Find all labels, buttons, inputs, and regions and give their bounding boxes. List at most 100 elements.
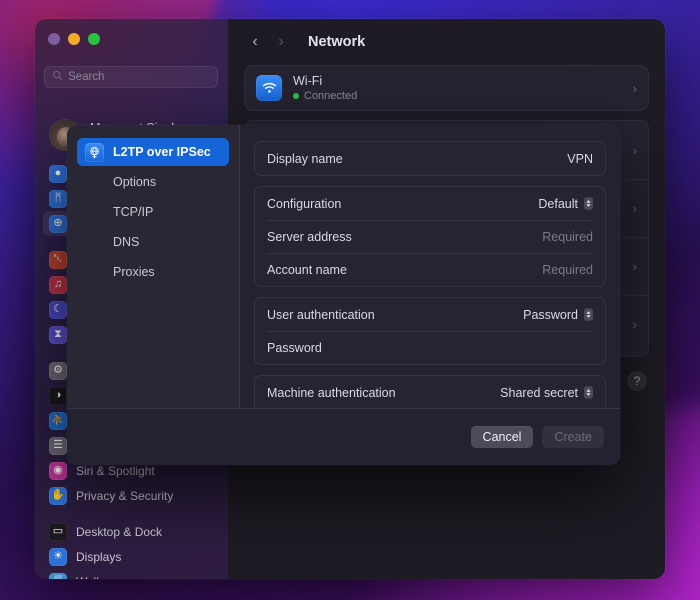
form-row-account-name[interactable]: Account name Required	[255, 253, 605, 286]
form-group: Display name VPN	[254, 141, 606, 176]
field-value-account-name[interactable]: Required	[542, 263, 593, 277]
help-button[interactable]: ?	[627, 371, 647, 391]
back-button[interactable]: ‹	[242, 29, 268, 55]
wallpaper-icon: ▒	[49, 572, 67, 579]
form-label: Account name	[267, 262, 347, 277]
chevron-right-icon: ›	[632, 80, 637, 96]
field-value: Shared secret	[500, 385, 578, 400]
network-service-row-wifi[interactable]: Wi-Fi Connected ›	[245, 66, 648, 110]
form-row-user-authentication[interactable]: User authentication Password	[255, 298, 605, 331]
accessibility-icon: ⛹	[49, 411, 67, 430]
search-placeholder: Search	[68, 71, 105, 83]
popup-button-machine-authentication[interactable]: Shared secret	[500, 386, 593, 400]
form-group: User authentication Password Password	[254, 297, 606, 365]
chevron-updown-icon	[584, 197, 593, 210]
sheet-nav-item-label: Proxies	[113, 265, 155, 279]
sheet-body: L2TP over IPSec Options TCP/IP DNS Proxies D…	[67, 125, 620, 408]
form-row-machine-authentication[interactable]: Machine authentication Shared secret	[255, 376, 605, 408]
sidebar-item-privacy-security[interactable]: ✋ Privacy & Security	[43, 483, 220, 508]
network-services-card: Wi-Fi Connected ›	[244, 65, 649, 111]
wifi-icon	[256, 75, 282, 101]
field-value-display-name[interactable]: VPN	[567, 152, 593, 166]
vpn-globe-icon	[85, 142, 104, 162]
popup-button-configuration[interactable]: Default	[538, 197, 593, 211]
chevron-updown-icon	[584, 386, 593, 399]
sheet-nav-item-label: L2TP over IPSec	[113, 145, 211, 159]
sheet-nav-item-tcp-ip[interactable]: TCP/IP	[77, 198, 229, 226]
form-label: Machine authentication	[267, 385, 396, 400]
privacy-hand-icon: ✋	[49, 486, 67, 505]
sidebar-item-label: Privacy & Security	[76, 488, 174, 503]
appearance-icon: ◑	[49, 386, 67, 405]
cancel-button[interactable]: Cancel	[470, 426, 534, 448]
close-window-button[interactable]	[48, 33, 60, 45]
wifi-icon: ●	[49, 164, 67, 183]
moon-icon: ☾	[49, 300, 67, 319]
form-row-server-address[interactable]: Server address Required	[255, 220, 605, 253]
sheet-footer: Cancel Create	[67, 408, 620, 465]
sidebar-item-displays[interactable]: ☀ Displays	[43, 544, 220, 569]
form-group: Machine authentication Shared secret	[254, 375, 606, 408]
displays-icon: ☀	[49, 547, 67, 566]
popup-button-user-authentication[interactable]: Password	[523, 308, 593, 322]
field-value-server-address[interactable]: Required	[542, 230, 593, 244]
pane-toolbar: ‹ › Network	[228, 19, 665, 65]
search-input[interactable]: Search	[44, 66, 218, 88]
form-row-password[interactable]: Password	[255, 331, 605, 364]
sheet-nav-item-l2tp-over-ipsec[interactable]: L2TP over IPSec	[77, 138, 229, 166]
form-row-configuration[interactable]: Configuration Default	[255, 187, 605, 220]
speaker-icon: ♫	[49, 275, 67, 294]
form-row-display-name[interactable]: Display name VPN	[255, 142, 605, 175]
field-value: Password	[523, 307, 578, 322]
search-icon	[52, 68, 63, 86]
network-globe-icon: ⊕	[49, 214, 67, 233]
status-dot	[293, 92, 299, 99]
sidebar-item-desktop-dock[interactable]: ▭ Desktop & Dock	[43, 519, 220, 544]
form-label: Server address	[267, 229, 352, 244]
chevron-right-icon: ›	[632, 316, 637, 332]
sheet-nav-list: L2TP over IPSec Options TCP/IP DNS Proxies	[67, 125, 240, 408]
form-label: Configuration	[267, 196, 342, 211]
minimize-window-button[interactable]	[68, 33, 80, 45]
page-title: Network	[308, 34, 366, 50]
service-name: Wi-Fi	[293, 73, 323, 88]
desktop-dock-icon: ▭	[49, 522, 67, 541]
field-placeholder: Required	[542, 229, 593, 244]
gear-icon: ⚙	[49, 361, 67, 380]
window-traffic-lights	[48, 33, 100, 45]
sidebar-item-label: Displays	[76, 549, 122, 564]
create-button: Create	[542, 426, 604, 448]
sheet-nav-item-label: Options	[113, 175, 157, 189]
siri-icon: ◉	[49, 461, 67, 480]
forward-button: ›	[278, 33, 284, 50]
sidebar-item-label: Wallpaper	[76, 575, 130, 580]
hourglass-icon: ⧗	[49, 325, 67, 344]
sheet-nav-item-label: DNS	[113, 235, 140, 249]
sidebar-item-wallpaper[interactable]: ▒ Wallpaper	[43, 569, 220, 579]
vpn-configuration-sheet: L2TP over IPSec Options TCP/IP DNS Proxies D…	[67, 125, 620, 465]
field-placeholder: Required	[542, 262, 593, 277]
form-label: Password	[267, 340, 322, 355]
desktop-wallpaper: Search Manpreet Singh Apple ID ●Wi-FiᛗBl…	[0, 0, 700, 600]
sheet-nav-item-proxies[interactable]: Proxies	[77, 258, 229, 286]
chevron-right-icon: ›	[632, 200, 637, 216]
field-value: VPN	[567, 151, 593, 166]
sidebar-item-label: Siri & Spotlight	[76, 463, 155, 478]
status-text: Connected	[304, 89, 358, 102]
sheet-nav-item-dns[interactable]: DNS	[77, 228, 229, 256]
field-value: Default	[538, 196, 578, 211]
sidebar-divider	[43, 508, 220, 519]
sheet-nav-item-label: TCP/IP	[113, 205, 154, 219]
control-centre-icon: ☰	[49, 436, 67, 455]
bell-icon: ␇	[49, 250, 67, 269]
zoom-window-button[interactable]	[88, 33, 100, 45]
sidebar-item-label: Desktop & Dock	[76, 524, 163, 539]
chevron-updown-icon	[584, 308, 593, 321]
sheet-nav-item-options[interactable]: Options	[77, 168, 229, 196]
form-label: User authentication	[267, 307, 375, 322]
sheet-form: Display name VPN Configuration Default Serve…	[240, 125, 620, 408]
bluetooth-icon: ᛗ	[49, 189, 67, 208]
chevron-right-icon: ›	[632, 142, 637, 158]
form-label: Display name	[267, 151, 343, 166]
form-group: Configuration Default Server address Requir…	[254, 186, 606, 287]
